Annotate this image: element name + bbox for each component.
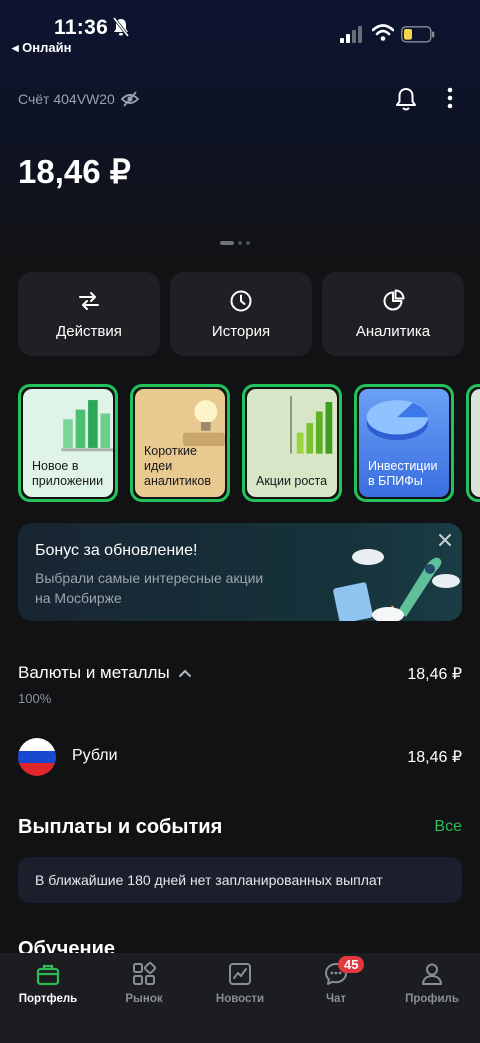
story-label: Инвестиции в БПИФы <box>368 459 438 488</box>
currencies-metals-header[interactable]: Валюты и металлы <box>18 663 192 683</box>
wifi-icon <box>372 24 394 41</box>
rocket-illustration-icon <box>333 549 460 621</box>
section-value: 18,46 ₽ <box>407 666 462 683</box>
story-short-ideas[interactable]: Короткие идеи аналитиков <box>130 384 230 502</box>
quick-actions: Действия История Аналитика <box>18 272 464 356</box>
pager-dot-active <box>220 241 234 245</box>
chart-news-icon <box>229 963 251 985</box>
pie-disc-illustration-icon <box>366 400 428 441</box>
story-card: Короткие идеи аналитиков <box>135 389 225 497</box>
promo-subtitle: Выбрали самые интересные акции на Мосбир… <box>35 570 264 606</box>
tab-label: Чат <box>325 993 347 1005</box>
tab-news[interactable]: Новости <box>192 953 288 1043</box>
story-label: Новое в приложении <box>32 459 104 488</box>
events-title: Выплаты и события <box>18 816 223 838</box>
pager-dot <box>246 241 250 245</box>
transfer-arrows-icon <box>79 291 99 310</box>
cellular-signal-icon <box>340 26 362 43</box>
pager-dot <box>238 241 242 245</box>
history-button-label: История <box>211 322 271 340</box>
section-title: Валюты и металлы <box>18 663 170 682</box>
more-menu-icon[interactable] <box>446 86 454 110</box>
carousel-pager <box>220 241 250 245</box>
asset-name[interactable]: Рубли <box>72 747 118 765</box>
account-number: Счёт 404VW20 <box>18 91 115 107</box>
story-label: Короткие идеи аналитиков <box>144 444 211 488</box>
tab-chat[interactable]: 45 Чат <box>288 953 384 1043</box>
story-label: Акции роста <box>256 474 328 488</box>
battery-icon <box>401 26 435 43</box>
grid-icon <box>133 961 157 985</box>
story-growth-stocks[interactable]: Акции роста <box>242 384 342 502</box>
story-card: Акции роста <box>247 389 337 497</box>
section-percent: 100% <box>18 691 52 706</box>
events-all-link[interactable]: Все <box>434 818 462 836</box>
story-more[interactable] <box>466 384 480 502</box>
asset-value: 18,46 ₽ <box>407 749 462 766</box>
actions-button-label: Действия <box>56 322 122 340</box>
actions-button[interactable]: Действия <box>18 272 160 356</box>
tab-label: Новости <box>215 993 265 1005</box>
account-label[interactable]: Счёт 404VW20 <box>18 91 139 107</box>
events-empty-message: В ближайшие 180 дней нет запланированных… <box>18 857 462 903</box>
history-button[interactable]: История <box>170 272 312 356</box>
portfolio-balance: 18,46 ₽ <box>18 153 131 190</box>
growth-bars-illustration-icon <box>290 396 333 454</box>
story-card <box>471 389 480 497</box>
story-card: Новое в приложении <box>23 389 113 497</box>
analytics-button[interactable]: Аналитика <box>322 272 464 356</box>
status-time: 11:36 <box>54 16 109 39</box>
muted-bell-icon <box>112 17 130 37</box>
promo-title: Бонус за обновление! <box>35 542 198 559</box>
notifications-bell-icon[interactable] <box>394 86 418 112</box>
clock-icon <box>230 290 252 311</box>
stories-carousel: Новое в приложении Короткие идеи аналити… <box>18 384 480 502</box>
chevron-up-icon <box>178 669 191 677</box>
tab-label: Профиль <box>405 993 459 1005</box>
story-new-in-app[interactable]: Новое в приложении <box>18 384 118 502</box>
tab-profile[interactable]: Профиль <box>384 953 480 1043</box>
chat-unread-badge: 45 <box>338 956 365 973</box>
bottom-tab-bar: Портфель Рынок Новости 45 Чат Профиль <box>0 953 480 1043</box>
tab-portfolio[interactable]: Портфель <box>0 953 96 1043</box>
person-icon <box>422 963 442 985</box>
russia-flag-icon <box>18 738 56 776</box>
promo-banner[interactable]: Бонус за обновление! Выбрали самые интер… <box>18 523 462 621</box>
analytics-button-label: Аналитика <box>355 322 431 340</box>
bar-chart-illustration-icon <box>61 400 113 452</box>
story-card: Инвестиции в БПИФы <box>359 389 449 497</box>
briefcase-icon <box>36 964 60 986</box>
pie-chart-icon <box>383 289 405 310</box>
tab-market[interactable]: Рынок <box>96 953 192 1043</box>
hide-balance-icon[interactable] <box>120 91 139 107</box>
back-to-app-link[interactable]: ◂ Онлайн <box>12 40 71 56</box>
tab-label: Портфель <box>18 993 78 1005</box>
story-bpif-investments[interactable]: Инвестиции в БПИФы <box>354 384 454 502</box>
tab-label: Рынок <box>125 993 163 1005</box>
